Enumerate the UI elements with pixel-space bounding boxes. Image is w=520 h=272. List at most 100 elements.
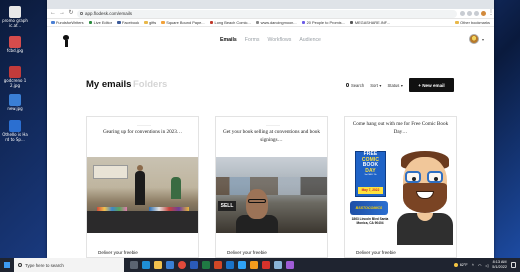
nav-workflows[interactable]: Workflows [267, 37, 291, 43]
status-dropdown[interactable]: Status ▾ [388, 83, 403, 88]
outlook-icon[interactable] [226, 261, 234, 269]
weather-temp: 62°F [459, 263, 468, 267]
extension-icon[interactable] [460, 11, 465, 16]
edge-icon[interactable] [142, 261, 150, 269]
puzzle-icon[interactable] [474, 11, 479, 16]
card-divider [137, 125, 151, 126]
sort-dropdown[interactable]: Sort ▾ [370, 83, 381, 88]
bookmark-icon [255, 20, 260, 25]
bookmark-item[interactable]: Square Bound Pape... [161, 20, 205, 25]
bookmark-item[interactable]: Live Editor [88, 20, 112, 25]
acrobat-icon[interactable] [262, 261, 270, 269]
word-icon[interactable] [190, 261, 198, 269]
search-icon [18, 263, 22, 267]
image-file-icon [9, 94, 21, 106]
bookmark-label: Facebook [122, 20, 140, 25]
tab-folders[interactable]: Folders [133, 79, 167, 90]
chrome-icon[interactable] [178, 261, 186, 269]
list-controls: Search Sort ▾ Status ▾ + New email [345, 78, 454, 92]
email-card-footer: Deliver your freebie [356, 250, 396, 255]
card-divider [266, 125, 280, 126]
bookmark-item[interactable]: www.dancingmoon... [255, 20, 297, 25]
bookmark-label: www.dancingmoon... [260, 20, 297, 25]
bookmark-item[interactable]: Long Beach Comic... [209, 20, 251, 25]
media-icon[interactable] [286, 261, 294, 269]
excel-icon[interactable] [202, 261, 210, 269]
nav-emails[interactable]: Emails [220, 37, 237, 43]
desktop-icon-othello[interactable]: Othello is Hard to Sp... [2, 120, 28, 142]
extension-icons: ⋮ [460, 10, 494, 16]
windows-logo-icon [4, 262, 10, 268]
start-button[interactable] [0, 258, 14, 272]
file-explorer-icon[interactable] [154, 261, 162, 269]
notifications-icon[interactable] [511, 262, 516, 268]
bookmark-label: Square Bound Pape... [166, 20, 205, 25]
clock[interactable]: 8:13 AM 5/1/2022 [492, 260, 507, 269]
free-comic-book-day-poster: FREE COMIC BOOK DAY Sat MAY 7th May 7, 2… [355, 151, 386, 197]
chevron-down-icon[interactable]: ▾ [482, 37, 484, 42]
bookmark-label: Other bookmarks [460, 20, 490, 25]
bookmark-label: FundsforWriters [56, 20, 84, 25]
store-logo: BSSTOCOMICS [350, 201, 388, 215]
store-icon[interactable] [166, 261, 174, 269]
browser-window: ← → ↻ app.flodesk.com/emails ⋮ FundsforW… [47, 0, 494, 258]
email-card-title: Get your book selling at conventions and… [223, 129, 320, 143]
new-email-button[interactable]: + New email [409, 78, 454, 92]
bookmark-item[interactable]: MEGASHARE.INF... [349, 20, 390, 25]
poster-date: May 7, 2022 [358, 187, 383, 194]
search-label: Search [350, 82, 365, 88]
search-button[interactable]: Search [345, 82, 365, 88]
desktop-icon-new[interactable]: new.jpg [2, 94, 28, 112]
address-bar[interactable]: app.flodesk.com/emails [77, 9, 457, 18]
notepad-icon[interactable] [274, 261, 282, 269]
app-header: Emails Forms Workflows Audience ▾ [47, 28, 494, 52]
desktop-icon-label: promo graphic.af... [2, 18, 28, 28]
powerpoint-icon[interactable] [214, 261, 222, 269]
profile-avatar-icon[interactable] [481, 11, 486, 16]
bookmark-icon [51, 20, 55, 25]
bookmark-item[interactable]: gifts [144, 20, 156, 25]
nav-forms[interactable]: Forms [245, 37, 260, 43]
email-card[interactable]: Get your book selling at conventions and… [215, 116, 328, 258]
poster-subtext: Sat MAY 7th [364, 174, 377, 177]
reload-icon[interactable]: ↻ [68, 9, 74, 18]
bookmarks-bar: FundsforWriters Live Editor Facebook gif… [47, 19, 494, 27]
weather-widget[interactable]: 62°F [453, 263, 468, 267]
bookmark-item[interactable]: Facebook [117, 20, 139, 25]
store-address: 1863 Lincoln Blvd Santa Monica, CA 90404 [351, 217, 389, 225]
desktop-icon-godcreno[interactable]: godcreno 12.jpg [2, 66, 28, 88]
forward-arrow-icon[interactable]: → [59, 9, 65, 18]
bookmark-label: 20 People to Promis... [306, 20, 345, 25]
flodesk-app: Emails Forms Workflows Audience ▾ My ema… [47, 28, 494, 258]
other-bookmarks[interactable]: Other bookmarks [455, 20, 490, 25]
volume-icon[interactable]: ◁ [485, 263, 488, 268]
desktop-icon-label: Othello is Hard to Sp... [2, 132, 28, 142]
desktop-icon-promo[interactable]: promo graphic.af... [2, 6, 28, 28]
system-tray: 62°F ˄ ◠ ◁ 8:13 AM 5/1/2022 [453, 260, 520, 269]
extension-icon[interactable] [467, 11, 472, 16]
bookmark-item[interactable]: FundsforWriters [51, 20, 84, 25]
back-arrow-icon[interactable]: ← [50, 9, 56, 18]
wifi-icon[interactable]: ◠ [478, 263, 481, 268]
bookmark-item[interactable]: 20 People to Promis... [301, 20, 345, 25]
bookstore-photo: SELL [216, 157, 327, 233]
tab-my-emails[interactable]: My emails [86, 79, 131, 90]
menu-dots-icon[interactable]: ⋮ [488, 10, 494, 16]
taskbar-search[interactable]: Type here to search [14, 258, 124, 272]
user-avatar[interactable] [469, 34, 479, 44]
photoshop-icon[interactable] [238, 261, 246, 269]
nav-audience[interactable]: Audience [299, 37, 321, 43]
desktop-icon-fcbd[interactable]: fcbd.jpg [2, 36, 28, 54]
chevron-down-icon: ▾ [400, 82, 403, 88]
task-view-icon[interactable] [130, 261, 138, 269]
illustrator-icon[interactable] [250, 261, 258, 269]
bookmark-label: Long Beach Comic... [214, 20, 251, 25]
email-card[interactable]: Gearing up for conventions in 2023… Deli… [86, 116, 199, 258]
desktop-icon-label: new.jpg [7, 106, 23, 111]
search-placeholder: Type here to search [25, 262, 64, 268]
image-file-icon [9, 36, 21, 48]
chevron-up-icon[interactable]: ˄ [472, 263, 474, 267]
facebook-icon [117, 20, 121, 25]
email-card-footer: Deliver your freebie [98, 250, 138, 255]
email-card[interactable]: Come hang out with me for Free Comic Boo… [344, 116, 457, 258]
